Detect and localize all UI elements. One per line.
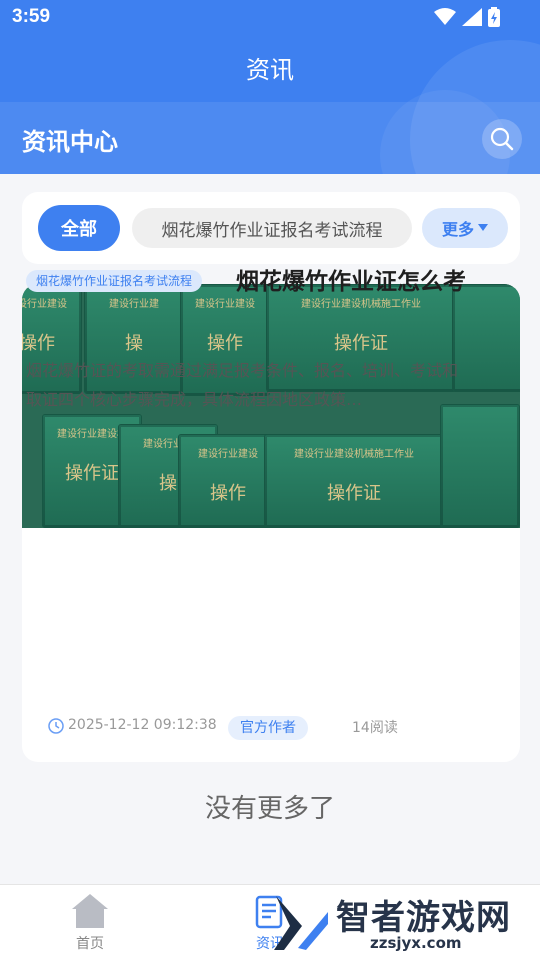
book-text: 建设行业建设机械施工作业 xyxy=(294,449,414,460)
certificate-book: 建设行业建设机械施工作业 操作证 xyxy=(264,434,444,528)
banner-title: 资讯中心 xyxy=(22,128,118,156)
book-text: 操作证 xyxy=(327,483,381,504)
status-icons xyxy=(434,7,500,27)
battery-icon xyxy=(488,7,500,27)
read-count: 14阅读 xyxy=(352,720,398,736)
article-summary: 烟花爆竹证的考取需通过满足报考条件、报名、培训、考试和取证四个核心步骤完成，具体… xyxy=(26,361,459,409)
book-text: 操作证 xyxy=(334,333,388,354)
page-title: 资讯 xyxy=(246,56,294,84)
book-text: 操作 xyxy=(210,483,246,504)
publish-time: 2025-12-12 09:12:38 xyxy=(68,717,217,733)
clock-icon xyxy=(48,718,64,734)
home-icon xyxy=(72,894,108,928)
article-category-tag: 烟花爆竹作业证报名考试流程 xyxy=(26,270,203,292)
more-dropdown-button[interactable]: 更多 xyxy=(422,208,508,248)
caret-down-icon xyxy=(478,224,488,231)
tab-all[interactable]: 全部 xyxy=(38,205,120,251)
nav-home-label: 首页 xyxy=(76,936,104,952)
book-text: 操 xyxy=(125,333,143,354)
status-time: 3:59 xyxy=(12,6,51,27)
article-meta: 2025-12-12 09:12:38 官方作者 14阅读 xyxy=(48,716,494,740)
nav-home[interactable]: 首页 xyxy=(45,885,135,960)
watermark-logo: 智者游戏网 zzsjyx.com xyxy=(270,884,540,960)
no-more-text: 没有更多了 xyxy=(204,794,335,824)
signal-icon xyxy=(462,8,482,26)
watermark-url: zzsjyx.com xyxy=(370,934,462,952)
wifi-icon xyxy=(434,8,456,25)
book-text: 操作 xyxy=(207,333,243,354)
book-text: 建设行业建设 xyxy=(198,449,258,460)
status-bar: 3:59 xyxy=(0,0,540,36)
certificate-book xyxy=(440,404,520,528)
logo-icon xyxy=(274,896,328,950)
watermark-text: 智者游戏网 xyxy=(336,898,511,938)
book-text: 操作 xyxy=(22,333,55,354)
author-badge: 官方作者 xyxy=(228,716,308,740)
search-icon xyxy=(490,127,514,151)
tab-category[interactable]: 烟花爆竹作业证报名考试流程 xyxy=(132,208,412,248)
more-label: 更多 xyxy=(441,220,474,239)
certificate-book: 建设行业建设 操作 xyxy=(178,434,278,528)
search-button[interactable] xyxy=(482,119,522,159)
